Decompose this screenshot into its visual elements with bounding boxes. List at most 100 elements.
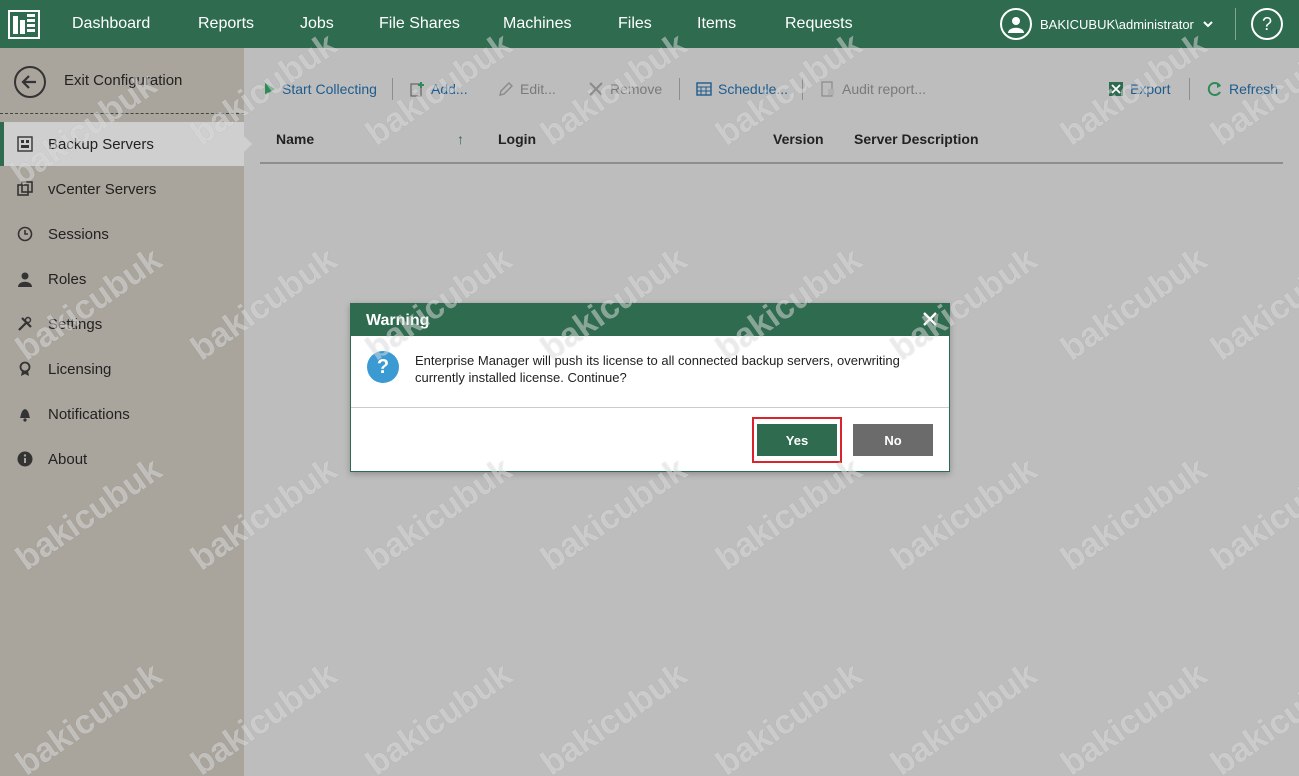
sidebar-item-label: Roles xyxy=(48,270,87,288)
backup-servers-table-header: Name ↑ Login Version Server Description xyxy=(260,124,1283,164)
question-glyph: ? xyxy=(376,355,390,378)
audit-report-label: Audit report... xyxy=(842,81,927,97)
sidebar-item-vcenter-servers[interactable]: vCenter Servers xyxy=(0,167,244,211)
question-icon: ? xyxy=(367,351,399,383)
chevron-down-icon xyxy=(1203,21,1213,28)
column-header-server-description[interactable]: Server Description xyxy=(854,131,979,147)
info-icon xyxy=(16,450,34,468)
audit-report-button[interactable]: Audit report... xyxy=(820,81,926,97)
user-menu[interactable]: BAKICUBUK\administrator xyxy=(1000,8,1214,40)
nav-items[interactable]: Items xyxy=(697,15,736,33)
dialog-message: Enterprise Manager will push its license… xyxy=(415,353,900,385)
dialog-title: Warning xyxy=(366,312,430,329)
watermark: bakicubuk xyxy=(534,655,694,776)
configuration-sidebar: Exit Configuration Backup Servers vCente… xyxy=(0,48,252,776)
nav-file-shares[interactable]: File Shares xyxy=(379,15,460,33)
dialog-title-bar: Warning xyxy=(351,304,949,336)
column-header-name[interactable]: Name xyxy=(276,131,314,147)
no-button[interactable]: No xyxy=(853,424,933,456)
export-label: Export xyxy=(1130,81,1171,97)
sidebar-item-roles[interactable]: Roles xyxy=(0,257,244,301)
warning-dialog: Warning ? Enterprise Manager will push i… xyxy=(350,303,950,472)
edit-button[interactable]: Edit... xyxy=(498,81,556,97)
add-label: Add... xyxy=(431,81,468,97)
pencil-icon xyxy=(499,82,513,96)
watermark: bakicubuk xyxy=(709,655,869,776)
schedule-label: Schedule... xyxy=(718,81,789,97)
sidebar-item-notifications[interactable]: Notifications xyxy=(0,392,244,436)
nav-jobs[interactable]: Jobs xyxy=(300,15,334,33)
sidebar-item-sessions[interactable]: Sessions xyxy=(0,212,244,256)
sidebar-item-about[interactable]: About xyxy=(0,437,244,481)
sidebar-item-label: Settings xyxy=(48,315,103,333)
close-icon[interactable] xyxy=(921,310,939,328)
sort-ascending-icon[interactable]: ↑ xyxy=(457,131,464,147)
toolbar: Start Collecting Add... Edit... Remove S… xyxy=(244,48,1299,130)
exit-configuration-label: Exit Configuration xyxy=(64,72,183,89)
refresh-button[interactable]: Refresh xyxy=(1207,81,1278,97)
watermark: bakicubuk xyxy=(359,655,519,776)
column-header-login[interactable]: Login xyxy=(498,131,536,147)
start-collecting-label: Start Collecting xyxy=(282,81,377,97)
sidebar-item-label: Backup Servers xyxy=(48,135,154,153)
nav-divider xyxy=(1235,8,1236,40)
help-glyph: ? xyxy=(1261,13,1272,34)
yes-button[interactable]: Yes xyxy=(757,424,837,456)
sidebar-item-settings[interactable]: Settings xyxy=(0,302,244,346)
nav-machines[interactable]: Machines xyxy=(503,15,571,33)
nav-dashboard[interactable]: Dashboard xyxy=(72,15,150,33)
remove-button[interactable]: Remove xyxy=(588,81,662,97)
user-name: BAKICUBUK\administrator xyxy=(1040,16,1194,32)
sidebar-item-label: vCenter Servers xyxy=(48,180,157,198)
toolbar-divider xyxy=(679,78,680,100)
edit-label: Edit... xyxy=(520,81,556,97)
watermark: bakicubuk xyxy=(884,655,1044,776)
app-logo-icon[interactable] xyxy=(6,6,42,42)
tools-icon xyxy=(16,315,34,333)
license-icon xyxy=(16,360,34,378)
report-icon xyxy=(821,81,834,97)
sidebar-item-label: Sessions xyxy=(48,225,109,243)
excel-export-icon xyxy=(1109,82,1123,96)
sidebar-item-label: Notifications xyxy=(48,405,130,423)
watermark: bakicubuk xyxy=(1054,655,1214,776)
nav-files[interactable]: Files xyxy=(618,15,652,33)
back-arrow-icon[interactable] xyxy=(14,66,46,98)
play-icon xyxy=(265,83,275,95)
nav-requests[interactable]: Requests xyxy=(785,15,853,33)
column-header-version[interactable]: Version xyxy=(773,131,824,147)
calendar-icon xyxy=(696,82,712,96)
start-collecting-button[interactable]: Start Collecting xyxy=(264,81,377,97)
watermark: bakicubuk xyxy=(1054,450,1214,578)
sidebar-item-licensing[interactable]: Licensing xyxy=(0,347,244,391)
watermark: bakicubuk xyxy=(1204,450,1299,578)
refresh-label: Refresh xyxy=(1229,81,1279,97)
watermark: bakicubuk xyxy=(1054,240,1214,368)
add-button[interactable]: Add... xyxy=(409,81,468,97)
watermark: bakicubuk xyxy=(1204,240,1299,368)
backup-server-icon xyxy=(16,135,34,153)
user-avatar-icon xyxy=(1000,8,1032,40)
person-icon xyxy=(16,270,34,288)
sidebar-item-label: About xyxy=(48,450,88,468)
exit-configuration[interactable]: Exit Configuration xyxy=(0,48,244,114)
bell-icon xyxy=(16,405,34,423)
help-icon[interactable]: ? xyxy=(1251,8,1283,40)
nav-reports[interactable]: Reports xyxy=(198,15,254,33)
remove-label: Remove xyxy=(610,81,663,97)
clock-icon xyxy=(16,225,34,243)
sidebar-item-backup-servers[interactable]: Backup Servers xyxy=(0,122,252,166)
toolbar-divider xyxy=(802,78,803,100)
schedule-button[interactable]: Schedule... xyxy=(696,81,788,97)
toolbar-divider xyxy=(1189,78,1190,100)
dialog-divider xyxy=(351,407,949,408)
sidebar-item-label: Licensing xyxy=(48,360,112,378)
add-document-icon xyxy=(410,82,424,97)
remove-x-icon xyxy=(589,82,603,96)
watermark: bakicubuk xyxy=(1204,655,1299,776)
refresh-icon xyxy=(1207,82,1221,96)
vcenter-icon xyxy=(16,180,34,198)
top-navigation-bar: Dashboard Reports Jobs File Shares Machi… xyxy=(0,0,1299,48)
toolbar-divider xyxy=(392,78,393,100)
export-button[interactable]: Export xyxy=(1108,81,1170,97)
